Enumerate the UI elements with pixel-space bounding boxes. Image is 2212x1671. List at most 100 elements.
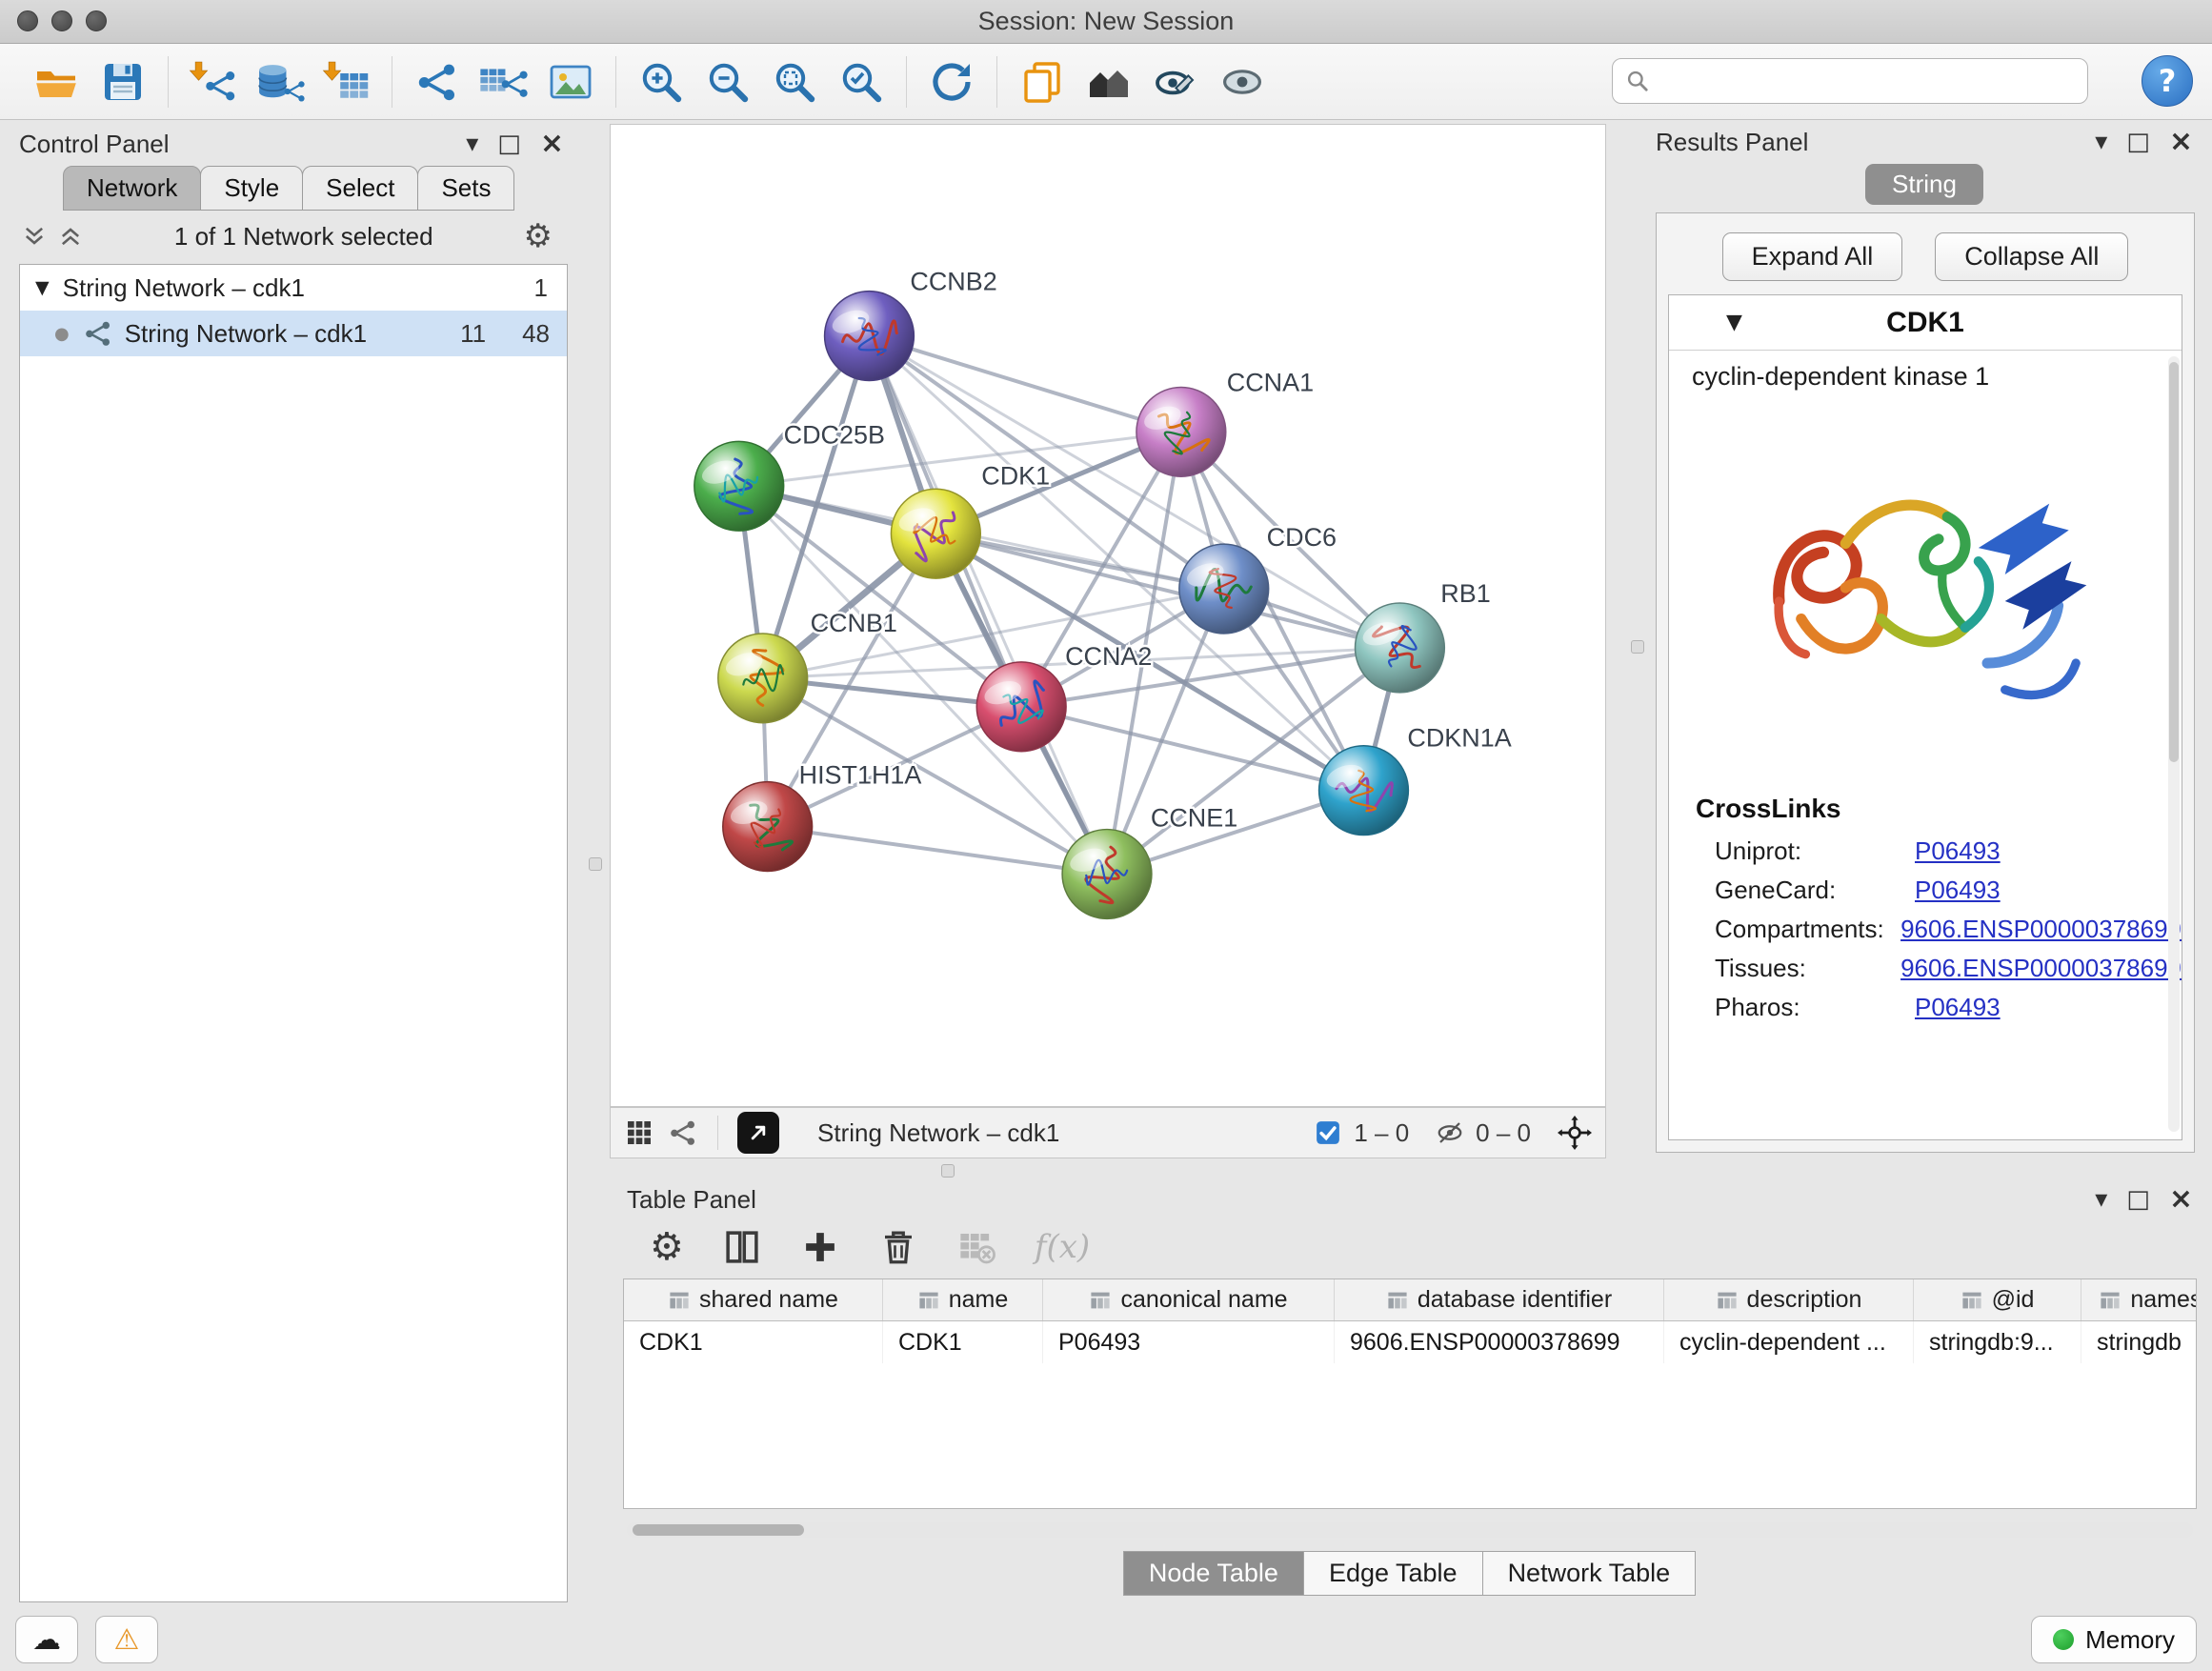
close-window-button[interactable] <box>17 10 38 31</box>
column-header[interactable]: shared name <box>624 1279 883 1320</box>
network-view[interactable]: CCNB2CCNA1CDC25BCDK1CDC6RB1CCNB1CCNA2CDK… <box>610 124 1606 1107</box>
warnings-button[interactable]: ⚠ <box>95 1616 158 1663</box>
grid-view-button[interactable] <box>624 1117 654 1148</box>
splitter-handle[interactable] <box>589 857 602 871</box>
splitter-handle[interactable] <box>941 1164 955 1178</box>
table-cell[interactable]: stringdb <box>2081 1321 2197 1363</box>
network-node-hist1h1a[interactable] <box>723 782 813 872</box>
network-node-ccnb1[interactable] <box>718 634 808 723</box>
table-cell[interactable]: 9606.ENSP00000378699 <box>1335 1321 1664 1363</box>
collapse-all-icon[interactable] <box>21 223 48 250</box>
column-header[interactable]: namespace <box>2081 1279 2197 1320</box>
section-expanded-icon[interactable]: ▼ <box>1726 311 1742 334</box>
tab-style[interactable]: Style <box>200 166 303 211</box>
column-header[interactable]: @id <box>1914 1279 2081 1320</box>
network-node-ccne1[interactable] <box>1062 830 1152 919</box>
table-cell[interactable]: CDK1 <box>883 1321 1043 1363</box>
clear-table-button-disabled[interactable] <box>956 1227 996 1267</box>
zoom-out-button[interactable] <box>694 51 761 112</box>
table-row[interactable]: CDK1CDK1P064939606.ENSP00000378699cyclin… <box>624 1321 2196 1363</box>
network-row-selected[interactable]: ● String Network – cdk1 11 48 <box>20 311 567 356</box>
refresh-layout-button[interactable] <box>918 51 985 112</box>
network-graph[interactable]: CCNB2CCNA1CDC25BCDK1CDC6RB1CCNB1CCNA2CDK… <box>611 125 1605 1106</box>
table-cell[interactable]: CDK1 <box>624 1321 883 1363</box>
panel-menu-icon[interactable]: ▾ <box>466 131 478 156</box>
tab-node-table[interactable]: Node Table <box>1123 1551 1304 1596</box>
network-node-cdc6[interactable] <box>1179 544 1269 634</box>
table-cell[interactable]: P06493 <box>1043 1321 1335 1363</box>
network-node-ccna2[interactable] <box>976 662 1066 752</box>
birdseye-toggle-button[interactable] <box>737 1112 779 1154</box>
network-collection-row[interactable]: ▼ String Network – cdk1 1 <box>20 265 567 311</box>
clone-network-button[interactable] <box>1009 51 1076 112</box>
network-edge[interactable] <box>869 336 1180 433</box>
scrollbar-thumb[interactable] <box>2169 362 2179 762</box>
save-session-button[interactable] <box>90 51 156 112</box>
tab-network[interactable]: Network <box>63 166 201 211</box>
search-input[interactable] <box>1612 58 2088 104</box>
collapse-all-button[interactable]: Collapse All <box>1935 232 2128 281</box>
column-header[interactable]: database identifier <box>1335 1279 1664 1320</box>
network-node-ccna1[interactable] <box>1136 387 1226 476</box>
help-button[interactable]: ? <box>2142 55 2193 107</box>
network-edge[interactable] <box>869 336 1107 875</box>
panel-close-icon[interactable]: × <box>2169 1185 2193 1214</box>
zoom-in-button[interactable] <box>628 51 694 112</box>
crosshair-icon[interactable] <box>1558 1116 1592 1150</box>
column-header[interactable]: name <box>883 1279 1043 1320</box>
expand-all-button[interactable]: Expand All <box>1722 232 1903 281</box>
network-node-cdk1[interactable] <box>891 489 980 578</box>
crosslink-link[interactable]: P06493 <box>1915 836 2001 866</box>
open-session-button[interactable] <box>23 51 90 112</box>
zoom-fit-button[interactable] <box>761 51 828 112</box>
column-header[interactable]: canonical name <box>1043 1279 1335 1320</box>
table-cell[interactable]: cyclin-dependent ... <box>1664 1321 1914 1363</box>
network-node-cdc25b[interactable] <box>694 441 784 531</box>
show-all-button[interactable] <box>1209 51 1276 112</box>
column-header[interactable]: description <box>1664 1279 1914 1320</box>
maximize-window-button[interactable] <box>86 10 107 31</box>
panel-float-icon[interactable]: □ <box>497 131 521 156</box>
results-vertical-scrollbar[interactable] <box>2168 356 2180 1132</box>
hide-selected-button[interactable] <box>1142 51 1209 112</box>
splitter-handle[interactable] <box>1631 640 1644 654</box>
tab-network-table[interactable]: Network Table <box>1482 1551 1697 1596</box>
table-horizontal-scrollbar[interactable] <box>627 1522 2193 1538</box>
crosslink-link[interactable]: P06493 <box>1915 876 2001 905</box>
crosslink-link[interactable]: 9606.ENSP00000378699 <box>1900 915 2182 944</box>
table-cell[interactable]: stringdb:9... <box>1914 1321 2081 1363</box>
new-network-button[interactable] <box>404 51 471 112</box>
panel-float-icon[interactable]: □ <box>2126 130 2150 154</box>
table-settings-gear-icon[interactable]: ⚙ <box>650 1225 684 1269</box>
tab-select[interactable]: Select <box>302 166 418 211</box>
panel-close-icon[interactable]: × <box>2169 128 2193 156</box>
tab-sets[interactable]: Sets <box>417 166 514 211</box>
cloud-status-button[interactable]: ☁ <box>15 1616 78 1663</box>
crosslink-link[interactable]: P06493 <box>1915 993 2001 1022</box>
function-builder-button-disabled[interactable]: f(x) <box>1035 1228 1090 1266</box>
hidden-eye-slash-icon[interactable] <box>1436 1118 1464 1147</box>
zoom-selected-button[interactable] <box>828 51 895 112</box>
network-overview-button[interactable] <box>668 1117 698 1148</box>
panel-float-icon[interactable]: □ <box>2126 1187 2150 1212</box>
scrollbar-thumb[interactable] <box>633 1524 804 1536</box>
network-edge[interactable] <box>768 827 1107 875</box>
crosslink-link[interactable]: 9606.ENSP00000378699 <box>1900 954 2182 983</box>
import-network-file-button[interactable] <box>180 51 247 112</box>
protein-card-header[interactable]: ▼ CDK1 <box>1669 295 2182 351</box>
first-neighbors-button[interactable] <box>1076 51 1142 112</box>
tree-expanded-icon[interactable]: ▼ <box>35 277 50 298</box>
string-results-tab[interactable]: String <box>1865 164 1983 205</box>
minimize-window-button[interactable] <box>51 10 72 31</box>
gear-icon[interactable]: ⚙ <box>524 217 553 255</box>
panel-close-icon[interactable]: × <box>540 130 564 158</box>
panel-menu-icon[interactable]: ▾ <box>2095 1187 2107 1212</box>
delete-column-button[interactable] <box>878 1227 918 1267</box>
add-column-button[interactable] <box>800 1227 840 1267</box>
import-network-database-button[interactable] <box>247 51 313 112</box>
tab-edge-table[interactable]: Edge Table <box>1303 1551 1483 1596</box>
expand-all-icon[interactable] <box>57 223 84 250</box>
network-node-rb1[interactable] <box>1355 603 1444 693</box>
show-columns-button[interactable] <box>722 1227 762 1267</box>
network-node-ccnb2[interactable] <box>825 292 915 381</box>
